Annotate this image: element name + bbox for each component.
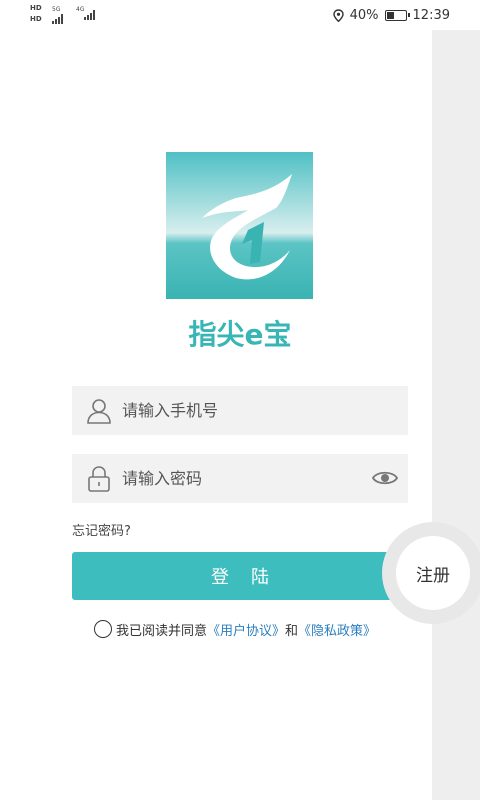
- phone-input[interactable]: [122, 386, 382, 435]
- location-icon: [332, 8, 344, 22]
- signal-icon: [84, 10, 95, 20]
- side-strip: [432, 30, 480, 800]
- user-agreement-link[interactable]: 《用户协议》: [207, 620, 285, 639]
- login-button[interactable]: 登陆: [72, 552, 408, 600]
- signal-icon: [52, 14, 63, 24]
- network-type: 5G: [52, 6, 61, 13]
- privacy-policy-link[interactable]: 《隐私政策》: [298, 620, 376, 639]
- forgot-password-link[interactable]: 忘记密码?: [72, 520, 131, 539]
- clock: 12:39: [412, 7, 450, 23]
- hd-badge: HD: [30, 15, 42, 23]
- agreement-text: 我已阅读并同意: [116, 623, 208, 639]
- password-input[interactable]: [122, 454, 382, 503]
- battery-icon: [384, 9, 410, 21]
- battery-percent: 40%: [349, 7, 379, 23]
- password-field[interactable]: [72, 454, 408, 503]
- hd-badge: HD: [30, 4, 42, 12]
- user-icon: [87, 399, 111, 424]
- lock-icon: [88, 466, 110, 492]
- agreement-conjunction: 和: [285, 623, 299, 639]
- agree-checkbox[interactable]: [94, 620, 112, 638]
- eye-icon[interactable]: [372, 468, 398, 488]
- battery-level: [386, 11, 394, 19]
- network-indicators: HD HD 5G 4G: [30, 4, 110, 26]
- status-right: 40% 12:39: [332, 6, 450, 24]
- register-button[interactable]: 注册: [396, 536, 470, 610]
- app-name: 指尖e宝: [188, 318, 292, 351]
- app-logo: [166, 152, 313, 299]
- agreement-row: 我已阅读并同意 《用户协议》 和 《隐私政策》: [94, 619, 376, 639]
- phone-field[interactable]: [72, 386, 408, 435]
- login-screen: HD HD 5G 4G 40% 12:39 指尖e宝 请输入手机号 忘记密码? …: [0, 0, 480, 800]
- status-bar: HD HD 5G 4G 40% 12:39: [0, 0, 480, 30]
